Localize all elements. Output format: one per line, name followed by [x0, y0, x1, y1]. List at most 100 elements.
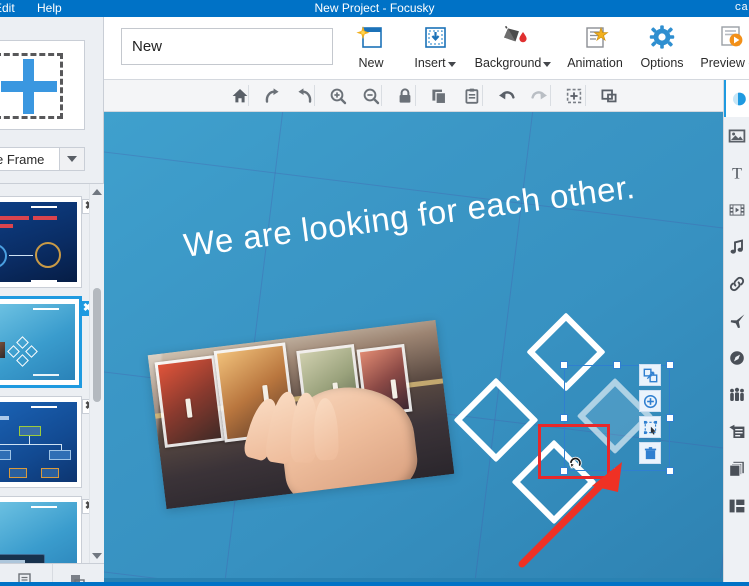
compass-icon	[730, 350, 744, 365]
paint-bucket-icon	[497, 22, 529, 53]
new-document-icon	[356, 22, 386, 53]
options-button-label: Options	[640, 56, 684, 70]
tools-sidebar: T	[723, 80, 749, 582]
list-item[interactable]: ✖	[0, 396, 97, 488]
list-item[interactable]: ✖	[0, 496, 97, 563]
edit-nodes-button[interactable]	[639, 416, 661, 438]
add-frame-placeholder[interactable]	[0, 40, 85, 130]
sidebar-music-tool[interactable]	[724, 228, 749, 265]
copy-icon	[432, 89, 447, 104]
new-button-label: New	[358, 56, 384, 70]
plus-circle-icon	[643, 394, 657, 408]
zoom-out-icon	[363, 88, 380, 104]
arrange-button[interactable]	[594, 80, 624, 111]
trash-icon	[644, 446, 656, 459]
chevron-down-icon	[447, 62, 456, 67]
thumbnail-scrollbar[interactable]	[89, 184, 103, 563]
window-title: New Project - Focusky	[314, 1, 435, 15]
scroll-down-arrow[interactable]	[91, 550, 103, 562]
resize-handle-se[interactable]	[666, 467, 674, 475]
options-button[interactable]: Options	[631, 22, 693, 78]
thumbnail-preview	[0, 304, 75, 380]
sidebar-layers-tool[interactable]	[724, 450, 749, 487]
secondary-toolbar	[104, 80, 749, 112]
sidebar-video-tool[interactable]	[724, 191, 749, 228]
resize-icon	[643, 368, 657, 382]
resize-handle-nw[interactable]	[560, 361, 568, 369]
node-select-icon	[643, 420, 657, 435]
insert-button-label: Insert	[414, 56, 456, 70]
project-name-input[interactable]: New	[121, 28, 333, 65]
document-icon	[729, 424, 745, 438]
copy-button[interactable]	[424, 80, 454, 111]
redo-icon	[530, 90, 547, 99]
home-button[interactable]	[225, 80, 255, 111]
sidebar-text-tool[interactable]: T	[724, 154, 749, 191]
resize-handle-n[interactable]	[613, 361, 621, 369]
layout-icon	[729, 499, 745, 512]
page-title[interactable]: We are looking for each other.	[182, 166, 653, 265]
sidebar-effect-tool[interactable]	[724, 339, 749, 376]
preview-current-button[interactable]: Preview cu	[696, 22, 749, 78]
rotate-right-button[interactable]	[257, 80, 287, 111]
new-button[interactable]: New	[340, 22, 402, 78]
thumbnail-preview	[0, 502, 77, 563]
sidebar-document-tool[interactable]	[724, 413, 749, 450]
background-label-text: Background	[474, 56, 542, 70]
scale-shape-button[interactable]	[639, 364, 661, 386]
zoom-in-button[interactable]	[323, 80, 353, 111]
editor-canvas[interactable]: We are looking for each other.	[104, 112, 723, 582]
title-bar: Edit Help New Project - Focusky ca	[0, 0, 749, 17]
animation-button-label: Animation	[567, 56, 623, 70]
insert-icon	[420, 22, 450, 53]
sidebar-layout-tool[interactable]	[724, 487, 749, 524]
undo-button[interactable]	[491, 80, 521, 111]
rotate-left-button[interactable]	[290, 80, 320, 111]
preview-current-label: Preview cu	[700, 56, 749, 70]
background-button-label: Background	[475, 56, 552, 70]
frame-type-dropdown-button[interactable]	[60, 147, 85, 171]
text-icon: T	[732, 165, 742, 181]
animation-star-icon	[580, 22, 610, 53]
layers-icon	[729, 461, 744, 477]
thumbnail-preview	[0, 402, 77, 482]
sidebar-link-tool[interactable]	[724, 265, 749, 302]
thumbnail-preview	[0, 202, 77, 282]
frame-type-selector[interactable]: ible Frame	[0, 147, 85, 171]
svg-text:T: T	[732, 165, 742, 181]
zoom-in-icon	[330, 88, 347, 104]
frame-thumbnail-list[interactable]: ✖ ✖	[0, 183, 104, 563]
focusky-window: Edit Help New Project - Focusky ca ible …	[0, 0, 749, 586]
sidebar-shape-tool[interactable]	[724, 80, 749, 117]
sidebar-path-tool[interactable]	[724, 302, 749, 339]
diamond-left[interactable]	[453, 377, 539, 463]
list-item[interactable]: ✖	[0, 196, 97, 288]
arrange-windows-icon	[601, 89, 617, 102]
resize-handle-e[interactable]	[666, 414, 674, 422]
hanging-photos-image[interactable]	[147, 319, 455, 510]
animation-button[interactable]: Animation	[559, 22, 631, 78]
preview-play-icon	[716, 22, 746, 53]
frame-type-label: ible Frame	[0, 147, 60, 171]
sidebar-image-tool[interactable]	[724, 117, 749, 154]
video-icon	[729, 203, 745, 216]
resize-handle-w[interactable]	[560, 414, 568, 422]
list-item[interactable]: ✖	[0, 296, 95, 388]
gear-icon	[647, 22, 677, 53]
people-icon	[730, 387, 744, 401]
sidebar-character-tool[interactable]	[724, 376, 749, 413]
link-icon	[729, 276, 745, 291]
resize-handle-ne[interactable]	[666, 361, 674, 369]
frames-panel: ible Frame ✖	[0, 17, 104, 586]
background-button[interactable]: Background	[467, 22, 559, 78]
scroll-up-arrow[interactable]	[91, 186, 103, 198]
insert-button[interactable]: Insert	[404, 22, 466, 78]
scrollbar-thumb[interactable]	[93, 288, 101, 402]
add-shape-button[interactable]	[639, 390, 661, 412]
airplane-icon	[730, 313, 745, 328]
image-icon	[728, 129, 746, 142]
home-icon	[232, 88, 248, 102]
chevron-down-icon	[543, 62, 552, 67]
lock-icon	[399, 87, 411, 103]
chevron-down-icon	[67, 156, 77, 162]
